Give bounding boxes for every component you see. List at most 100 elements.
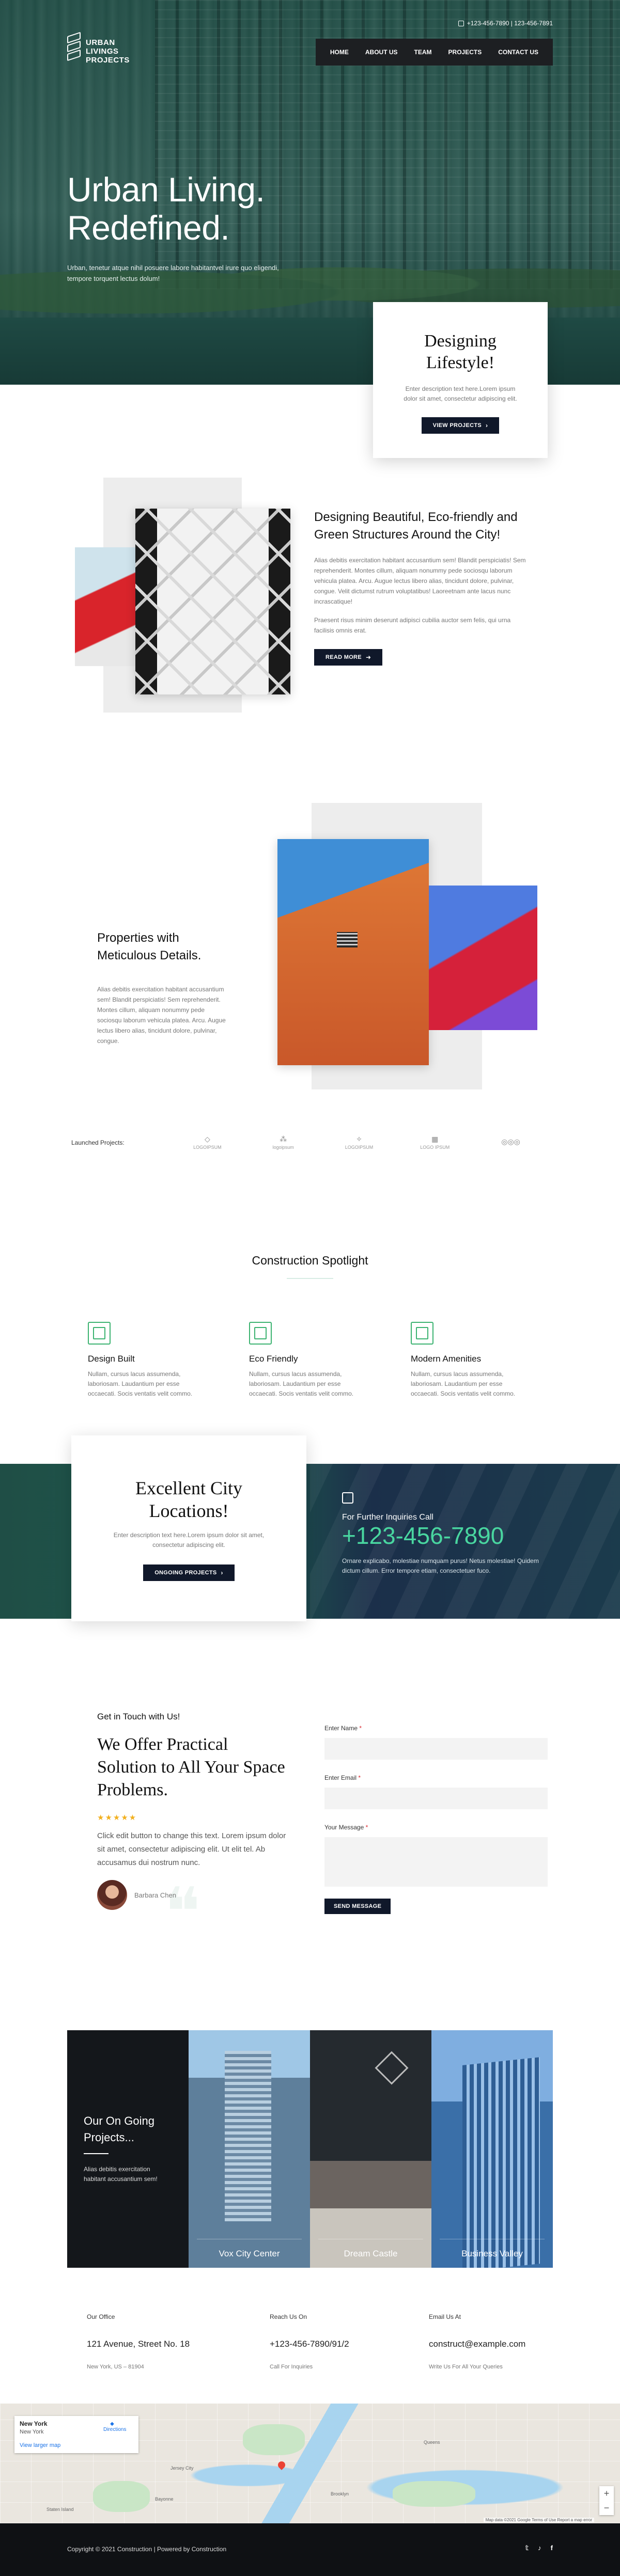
site-logo[interactable]: URBAN LIVINGS PROJECTS xyxy=(67,31,130,68)
hero-card-title-line-1: Designing xyxy=(424,331,497,351)
inquiry-phone-link[interactable]: +123-456-7890 xyxy=(342,1522,504,1549)
hero-card-title-line-2: Lifestyle! xyxy=(426,353,495,372)
view-projects-button[interactable]: VIEW PROJECTS › xyxy=(421,417,500,434)
email-sub: Write Us For All Your Queries xyxy=(429,2364,503,2370)
phone-link[interactable]: +123-456-7890/91/2 xyxy=(270,2339,349,2349)
nav-projects[interactable]: PROJECTS xyxy=(440,39,490,66)
testimonial-block: Get in Touch with Us! We Offer Practical… xyxy=(97,1712,288,1910)
email-link[interactable]: construct@example.com xyxy=(429,2339,525,2349)
facebook-icon[interactable]: f xyxy=(551,2544,553,2552)
partner-logo-icon: ▦ xyxy=(431,1135,439,1143)
project-card-vox-city-center[interactable]: Vox City Center xyxy=(189,2030,310,2268)
message-field[interactable] xyxy=(324,1837,548,1887)
city-locations-section: Excellent City Locations! Enter descript… xyxy=(0,1435,620,1663)
twitter-icon[interactable]: 𝕥 xyxy=(525,2544,529,2552)
projects-title: Our On Going Projects... xyxy=(84,2114,154,2144)
testimonial-author: Barbara Chen xyxy=(97,1880,288,1910)
cta-card-text: Enter description text here.Lorem ipsum … xyxy=(113,1531,265,1548)
message-label: Your Message * xyxy=(324,1824,548,1831)
hero-section: URBAN LIVINGS PROJECTS +123-456-7890 | 1… xyxy=(0,0,620,458)
feature-modern-amenities: Modern Amenities Nullam, cursus lacus as… xyxy=(411,1322,530,1399)
building-icon xyxy=(411,1322,433,1345)
view-projects-label: VIEW PROJECTS xyxy=(432,422,482,429)
partner-logo-name: logoipsum xyxy=(272,1145,294,1150)
map-park xyxy=(93,2481,150,2512)
read-more-label: READ MORE xyxy=(326,654,362,660)
author-name: Barbara Chen xyxy=(134,1891,176,1899)
contact-section: ❝ Get in Touch with Us! We Offer Practic… xyxy=(0,1663,620,1967)
logo-line-3: PROJECTS xyxy=(86,55,130,65)
chevron-right-icon: › xyxy=(486,422,488,429)
ongoing-projects-button[interactable]: ONGOING PROJECTS › xyxy=(143,1564,235,1581)
top-contact-bar: +123-456-7890 | 123-456-7891 xyxy=(458,20,553,27)
nav-home[interactable]: HOME xyxy=(322,39,357,66)
blueprint-icon xyxy=(249,1322,272,1345)
cta-card-title-line-1: Excellent City xyxy=(135,1478,242,1498)
projects-text: Alias debitis exercitation habitant accu… xyxy=(84,2166,158,2183)
designing-lifestyle-card: Designing Lifestyle! Enter description t… xyxy=(373,302,548,458)
nav-contact-us[interactable]: CONTACT US xyxy=(490,39,547,66)
social-links: 𝕥 ♪ f xyxy=(525,2544,553,2552)
logo-line-1: URBAN xyxy=(86,38,115,47)
office-phone: Reach Us On +123-456-7890/91/2 Call For … xyxy=(270,2313,349,2370)
projects-intro: Our On Going Projects... Alias debitis e… xyxy=(67,2030,189,2268)
partner-logo: ◇ LOGOIPSUM xyxy=(169,1135,245,1150)
feature-title: Design Built xyxy=(88,1354,135,1364)
send-message-button[interactable]: SEND MESSAGE xyxy=(324,1899,391,1914)
read-more-button[interactable]: READ MORE ➜ xyxy=(314,649,383,666)
inquiry-label: For Further Inquiries Call xyxy=(342,1513,433,1522)
project-card-business-valley[interactable]: Business Valley xyxy=(431,2030,553,2268)
location-map[interactable]: Jersey City Brooklyn Queens Staten Islan… xyxy=(0,2404,620,2523)
name-label-text: Enter Name xyxy=(324,1725,358,1732)
feature-eco-friendly: Eco Friendly Nullam, cursus lacus assume… xyxy=(249,1322,368,1399)
red-facade-image xyxy=(75,547,142,666)
office-info-section: Our Office 121 Avenue, Street No. 18 New… xyxy=(0,2269,620,2404)
hero-title-line-2: Redefined. xyxy=(67,209,230,247)
email-label-text: Enter Email xyxy=(324,1774,357,1781)
eco-paragraph-2: Praesent risus minim deserunt adipisci c… xyxy=(314,617,511,634)
project-caption: Vox City Center xyxy=(197,2239,302,2268)
partner-logo-name: LOGOIPSUM xyxy=(345,1145,374,1150)
properties-title: Properties with Meticulous Details. xyxy=(97,931,202,962)
message-label-text: Your Message xyxy=(324,1824,364,1831)
map-label: Queens xyxy=(424,2440,440,2445)
logo-mark-icon xyxy=(67,31,81,68)
contact-title: We Offer Practical Solution to All Your … xyxy=(97,1735,285,1799)
map-pin-icon[interactable] xyxy=(276,2460,287,2470)
required-mark: * xyxy=(359,1725,362,1732)
logo-text: URBAN LIVINGS PROJECTS xyxy=(86,38,130,65)
brick-building-image xyxy=(277,839,429,1065)
hero-card-text: Enter description text here.Lorem ipsum … xyxy=(404,385,517,402)
partner-logo: ⁂ logoipsum xyxy=(245,1135,321,1150)
properties-text: Alias debitis exercitation habitant accu… xyxy=(97,986,226,1045)
partner-logo-name: LOGOIPSUM xyxy=(193,1145,222,1150)
name-field[interactable] xyxy=(324,1738,548,1760)
office-address: Our Office 121 Avenue, Street No. 18 New… xyxy=(87,2313,190,2370)
map-label: Jersey City xyxy=(171,2466,194,2471)
map-label: Brooklyn xyxy=(331,2491,349,2496)
zoom-in-button[interactable]: + xyxy=(599,2486,614,2501)
phone-label: Reach Us On xyxy=(270,2313,307,2320)
directions-label: Directions xyxy=(103,2427,127,2432)
contact-kicker: Get in Touch with Us! xyxy=(97,1712,180,1721)
directions-icon: ◆ xyxy=(110,2421,114,2427)
feature-design-built: Design Built Nullam, cursus lacus assume… xyxy=(88,1322,207,1399)
directions-link[interactable]: ◆ Directions xyxy=(103,2421,127,2432)
top-phone-numbers: +123-456-7890 | 123-456-7891 xyxy=(467,20,553,27)
map-label: Bayonne xyxy=(155,2496,174,2502)
tiktok-icon[interactable]: ♪ xyxy=(538,2544,541,2552)
zoom-out-button[interactable]: − xyxy=(599,2501,614,2515)
nav-about-us[interactable]: ABOUT US xyxy=(357,39,406,66)
view-larger-map-link[interactable]: View larger map xyxy=(20,2442,133,2448)
ongoing-projects-section: Our On Going Projects... Alias debitis e… xyxy=(0,1967,620,2269)
partner-logo-icon: ◎◎◎ xyxy=(501,1137,520,1146)
architecture-staircase-image xyxy=(135,509,290,694)
properties-section: Properties with Meticulous Details. Alia… xyxy=(0,756,620,1123)
feature-text: Nullam, cursus lacus assumenda, laborios… xyxy=(88,1370,193,1397)
map-zoom-controls: + − xyxy=(599,2486,614,2515)
email-field[interactable] xyxy=(324,1788,548,1809)
project-card-dream-castle[interactable]: Dream Castle xyxy=(310,2030,431,2268)
nav-team[interactable]: TEAM xyxy=(406,39,440,66)
project-caption: Business Valley xyxy=(440,2239,545,2268)
hero-subtitle: Urban, tenetur atque nihil posuere labor… xyxy=(67,264,279,282)
